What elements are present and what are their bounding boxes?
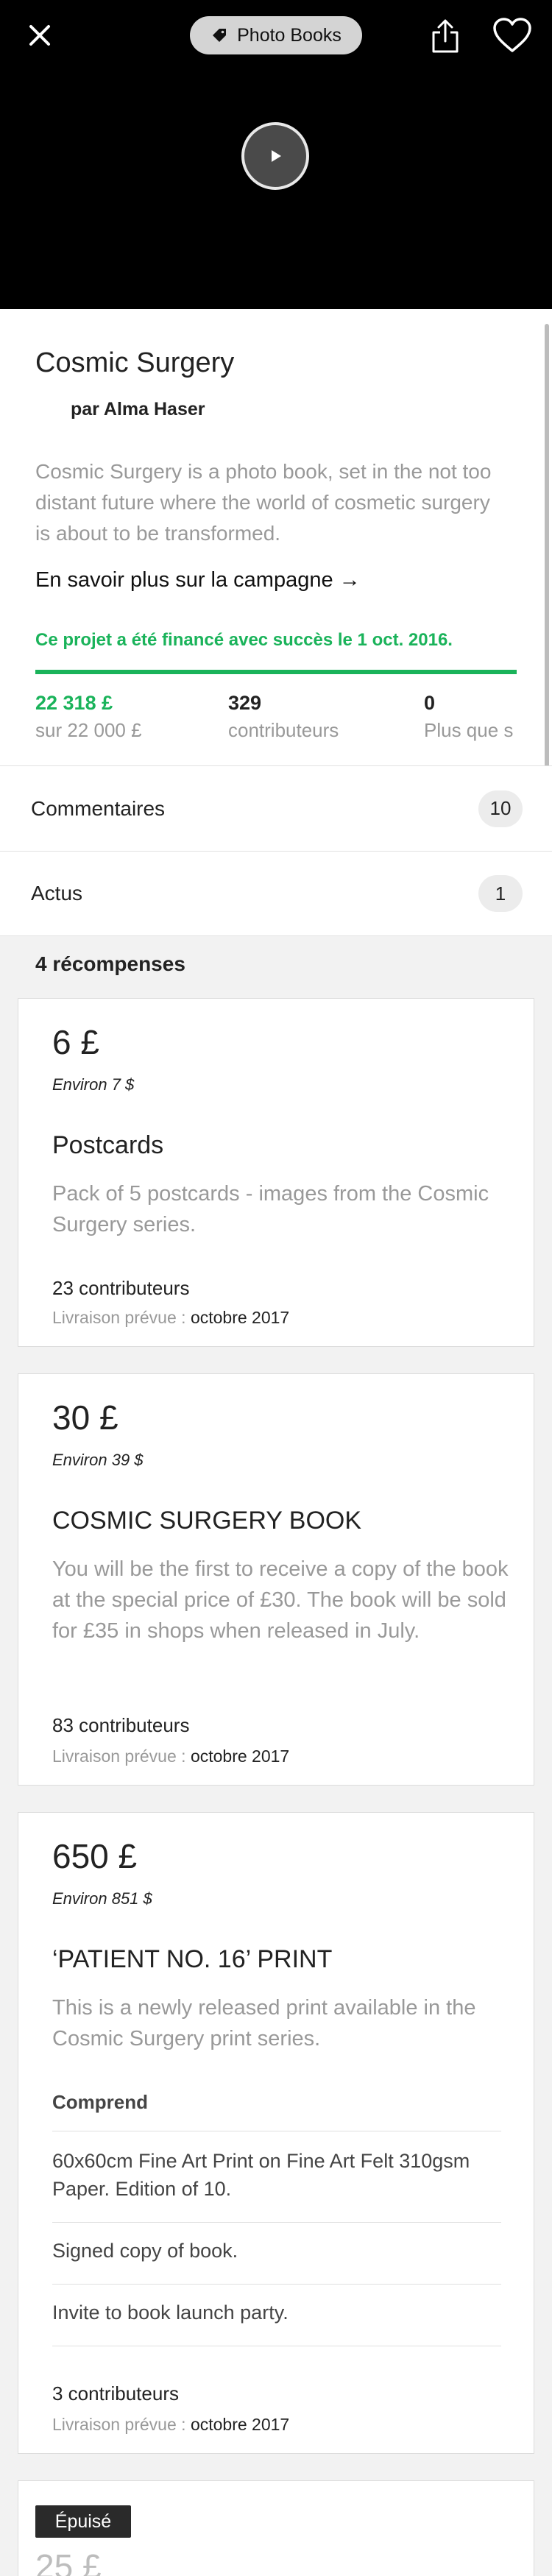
- rewards-heading: 4 récompenses: [35, 952, 185, 975]
- includes-heading: Comprend: [52, 2091, 148, 2113]
- reward-backers: 3 contributeurs: [52, 2382, 179, 2405]
- reward-backers: 83 contributeurs: [52, 1714, 190, 1736]
- reward-delivery: Livraison prévue : octobre 2017: [52, 2415, 289, 2435]
- stat-pledged-value: 22 318 £: [35, 692, 113, 714]
- close-button[interactable]: [25, 21, 54, 50]
- share-icon: [432, 19, 459, 53]
- tag-icon: [213, 29, 227, 42]
- delivery-label: Livraison prévue :: [52, 1308, 186, 1327]
- reward-title: Postcards: [52, 1131, 164, 1159]
- reward-delivery: Livraison prévue : octobre 2017: [52, 1308, 289, 1328]
- updates-count-badge: 1: [478, 875, 523, 912]
- close-icon: [29, 25, 50, 46]
- delivery-label: Livraison prévue :: [52, 2415, 186, 2434]
- project-info: Cosmic Surgery par Alma Haser Cosmic Sur…: [0, 309, 552, 765]
- funding-progress-fill: [35, 670, 517, 674]
- divider: [52, 2222, 501, 2223]
- reward-card[interactable]: 6 £ Environ 7 $ Postcards Pack of 5 post…: [18, 998, 534, 1347]
- reward-card[interactable]: 30 £ Environ 39 $ COSMIC SURGERY BOOK Yo…: [18, 1373, 534, 1786]
- stat-remaining-label: Plus que s: [424, 719, 514, 741]
- included-item: Invite to book launch party.: [52, 2301, 289, 2324]
- delivery-label: Livraison prévue :: [52, 1747, 186, 1766]
- category-label: Photo Books: [237, 24, 342, 46]
- stat-pledged-label: sur 22 000 £: [35, 719, 142, 741]
- funding-progress-bar: [35, 670, 517, 674]
- delivery-date: octobre 2017: [190, 1747, 290, 1766]
- stat-remaining: 0 Plus que s: [424, 692, 517, 742]
- play-icon: [272, 150, 281, 162]
- stat-backers: 329 contributeurs: [228, 692, 339, 742]
- reward-backers: 23 contributeurs: [52, 1277, 190, 1299]
- stat-remaining-value: 0: [424, 692, 436, 714]
- play-button[interactable]: [241, 122, 309, 190]
- included-item: 60x60cm Fine Art Print on Fine Art Felt …: [52, 2150, 470, 2200]
- delivery-date: octobre 2017: [190, 1308, 290, 1327]
- comments-label: Commentaires: [31, 796, 166, 820]
- heart-icon: [493, 18, 531, 52]
- reward-description: Pack of 5 postcards - images from the Co…: [52, 1182, 489, 1236]
- stat-pledged: 22 318 £ sur 22 000 £: [35, 692, 142, 742]
- comments-row[interactable]: Commentaires 10: [0, 765, 552, 851]
- reward-title: ‘PATIENT NO. 16’ PRINT: [52, 1945, 333, 1973]
- included-item: Signed copy of book.: [52, 2240, 238, 2262]
- video-player[interactable]: Photo Books: [0, 0, 552, 309]
- like-button[interactable]: [492, 16, 533, 54]
- category-badge[interactable]: Photo Books: [190, 16, 362, 54]
- share-button[interactable]: [430, 18, 461, 54]
- learn-more-link[interactable]: En savoir plus sur la campagne →: [35, 568, 361, 592]
- stat-backers-value: 329: [228, 692, 262, 714]
- project-description: Cosmic Surgery is a photo book, set in t…: [35, 460, 492, 545]
- sold-out-badge: Épuisé: [35, 2505, 131, 2538]
- updates-row[interactable]: Actus 1: [0, 851, 552, 936]
- delivery-date: octobre 2017: [190, 2415, 290, 2434]
- reward-price: 30 £: [52, 1398, 118, 1437]
- reward-approx-price: Environ 851 $: [52, 1889, 152, 1908]
- divider: [52, 2284, 501, 2285]
- reward-description: You will be the first to receive a copy …: [52, 1557, 509, 1643]
- reward-price: 6 £: [52, 1023, 99, 1061]
- reward-title: COSMIC SURGERY BOOK: [52, 1507, 362, 1535]
- project-author[interactable]: par Alma Haser: [71, 399, 205, 420]
- stat-backers-label: contributeurs: [228, 719, 339, 741]
- funded-message: Ce projet a été financé avec succès le 1…: [35, 630, 453, 650]
- reward-price: 650 £: [52, 1837, 138, 1875]
- updates-label: Actus: [31, 882, 83, 905]
- scrollbar[interactable]: [545, 324, 549, 795]
- reward-description: This is a newly released print available…: [52, 1996, 476, 2050]
- reward-delivery: Livraison prévue : octobre 2017: [52, 1747, 289, 1766]
- comments-count-badge: 10: [478, 790, 523, 827]
- reward-approx-price: Environ 39 $: [52, 1451, 144, 1469]
- project-title: Cosmic Surgery: [35, 347, 235, 378]
- reward-card[interactable]: 650 £ Environ 851 $ ‘PATIENT NO. 16’ PRI…: [18, 1812, 534, 2454]
- reward-approx-price: Environ 7 $: [52, 1075, 135, 1094]
- reward-price: 25 £: [35, 2547, 102, 2576]
